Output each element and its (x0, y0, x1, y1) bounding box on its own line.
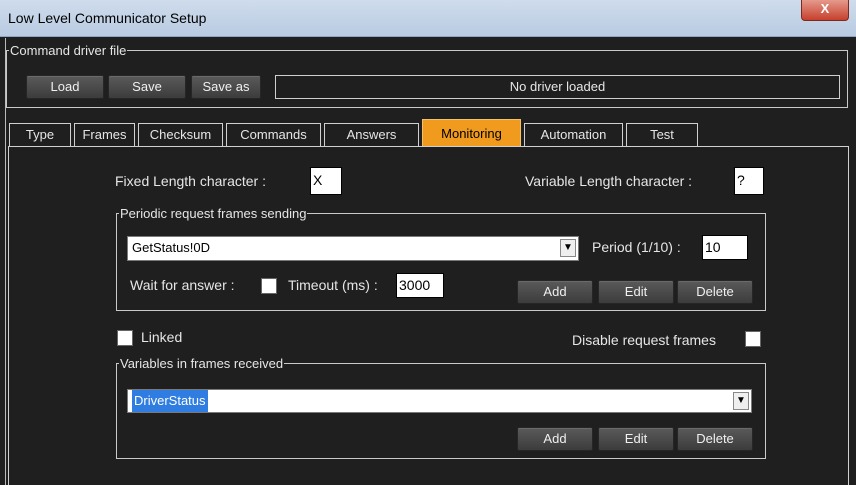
variables-legend: Variables in frames received (120, 356, 284, 371)
periodic-delete-button[interactable]: Delete (677, 280, 753, 304)
timeout-label: Timeout (ms) : (288, 277, 378, 293)
tab-checksum[interactable]: Checksum (138, 123, 223, 147)
variable-length-label: Variable Length character : (525, 173, 693, 189)
wait-for-answer-checkbox[interactable] (261, 278, 277, 294)
title-bar: Low Level Communicator Setup X (0, 0, 856, 37)
variables-delete-button[interactable]: Delete (677, 427, 753, 451)
linked-checkbox[interactable] (117, 330, 133, 346)
save-as-button[interactable]: Save as (191, 75, 261, 99)
tab-type[interactable]: Type (9, 123, 71, 147)
tab-monitoring[interactable]: Monitoring (422, 119, 521, 147)
disable-request-checkbox[interactable] (745, 331, 761, 347)
save-button[interactable]: Save (108, 75, 186, 99)
chevron-down-icon[interactable]: ▼ (560, 239, 576, 257)
wait-for-answer-label: Wait for answer : (130, 277, 235, 293)
variables-selected-value: DriverStatus (132, 390, 208, 412)
periodic-frame-value: GetStatus!0D (132, 240, 211, 255)
command-driver-file-legend: Command driver file (10, 43, 127, 58)
periodic-request-legend: Periodic request frames sending (120, 206, 307, 221)
tab-frames[interactable]: Frames (74, 123, 135, 147)
tab-bar: Type Frames Checksum Commands Answers Mo… (8, 117, 848, 147)
periodic-add-button[interactable]: Add (517, 280, 593, 304)
load-button[interactable]: Load (26, 75, 104, 99)
tab-test[interactable]: Test (626, 123, 698, 147)
periodic-edit-button[interactable]: Edit (598, 280, 674, 304)
variables-select[interactable]: DriverStatus ▼ (127, 389, 752, 413)
fixed-length-label: Fixed Length character : (115, 173, 266, 189)
variable-length-input[interactable]: ? (734, 167, 764, 195)
fixed-length-input[interactable]: X (310, 167, 342, 195)
period-label: Period (1/10) : (592, 239, 681, 255)
close-icon[interactable]: X (801, 0, 849, 21)
tab-commands[interactable]: Commands (226, 123, 321, 147)
timeout-input[interactable]: 3000 (396, 273, 444, 298)
period-input[interactable]: 10 (702, 235, 748, 260)
variables-edit-button[interactable]: Edit (598, 427, 674, 451)
tab-answers[interactable]: Answers (324, 123, 419, 147)
chevron-down-icon[interactable]: ▼ (733, 392, 749, 410)
variables-add-button[interactable]: Add (517, 427, 593, 451)
tab-automation[interactable]: Automation (524, 123, 623, 147)
periodic-frame-select[interactable]: GetStatus!0D ▼ (127, 236, 579, 261)
linked-label: Linked (141, 329, 183, 345)
disable-request-label: Disable request frames (572, 332, 716, 348)
window-title: Low Level Communicator Setup (8, 10, 207, 26)
driver-status-field: No driver loaded (275, 75, 840, 99)
